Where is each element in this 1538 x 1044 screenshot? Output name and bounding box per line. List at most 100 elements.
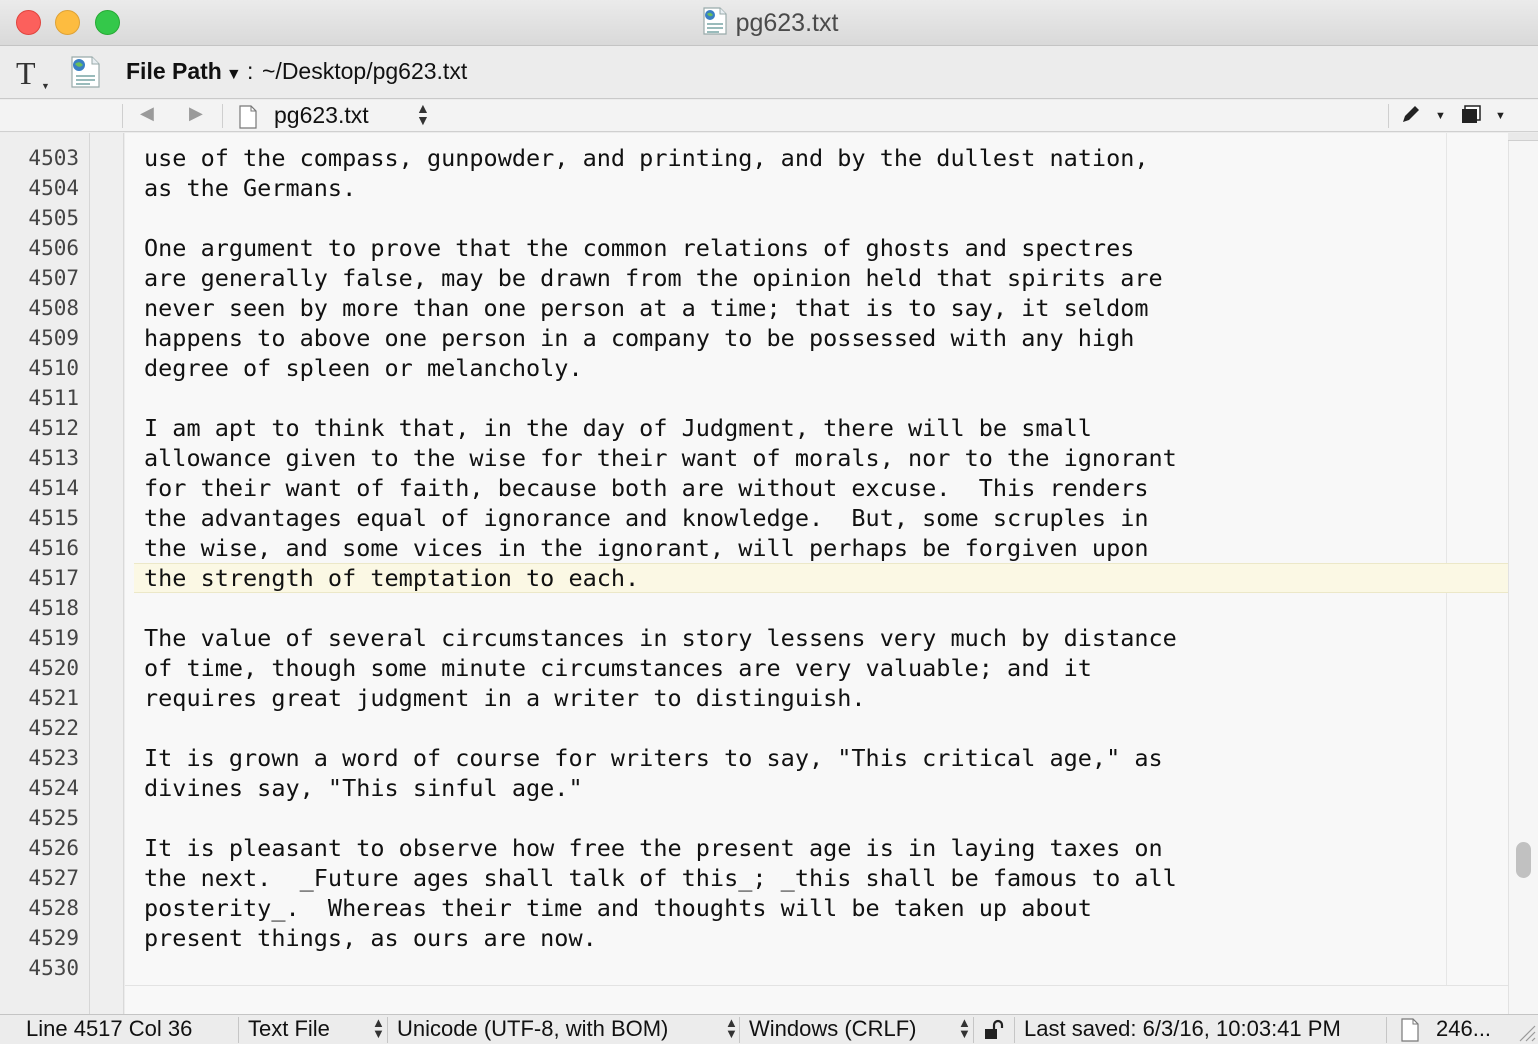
code-line[interactable]: are generally false, may be drawn from t… [144, 263, 1163, 293]
line-number[interactable]: 4519 [28, 623, 79, 653]
divider [387, 1017, 388, 1043]
path-toolbar: T ▼ File Path ▼ : ~/Desktop/pg623.txt [0, 47, 1538, 99]
line-number[interactable]: 4520 [28, 653, 79, 683]
line-number[interactable]: 4527 [28, 863, 79, 893]
line-number[interactable]: 4507 [28, 263, 79, 293]
code-line[interactable]: The value of several circumstances in st… [144, 623, 1177, 653]
code-line[interactable]: the wise, and some vices in the ignorant… [144, 533, 1149, 563]
line-endings-menu[interactable]: Windows (CRLF) [749, 1016, 916, 1042]
line-number[interactable]: 4526 [28, 833, 79, 863]
editor-bottom-margin [125, 985, 1508, 1014]
line-number[interactable]: 4523 [28, 743, 79, 773]
line-number[interactable]: 4510 [28, 353, 79, 383]
line-number[interactable]: 4530 [28, 953, 79, 983]
document-selector-stepper-icon[interactable]: ▲ ▼ [416, 101, 430, 127]
text-document-icon [702, 7, 727, 35]
code-line[interactable]: divines say, "This sinful age." [144, 773, 583, 803]
path-separator: : [247, 58, 254, 84]
code-line[interactable]: present things, as ours are now. [144, 923, 597, 953]
document-stats[interactable]: 246... [1436, 1016, 1491, 1042]
encoding-stepper-icon[interactable]: ▲ ▼ [725, 1016, 738, 1040]
line-number[interactable]: 4509 [28, 323, 79, 353]
chevron-down-icon[interactable]: ▼ [1435, 110, 1446, 122]
line-number[interactable]: 4518 [28, 593, 79, 623]
divider [1014, 1017, 1015, 1043]
file-path-menu[interactable]: File Path ▼ [126, 58, 242, 85]
document-icon [239, 105, 257, 129]
line-number[interactable]: 4515 [28, 503, 79, 533]
code-line[interactable]: One argument to prove that the common re… [144, 233, 1134, 263]
line-number[interactable]: 4514 [28, 473, 79, 503]
line-number[interactable]: 4508 [28, 293, 79, 323]
line-number[interactable]: 4504 [28, 173, 79, 203]
file-path-value: ~/Desktop/pg623.txt [262, 58, 468, 84]
code-line[interactable]: the strength of temptation to each. [144, 563, 639, 593]
file-type-stepper-icon[interactable]: ▲ ▼ [372, 1016, 385, 1040]
document-selector[interactable]: pg623.txt [274, 102, 369, 129]
code-line[interactable]: requires great judgment in a writer to d… [144, 683, 866, 713]
code-line[interactable]: never seen by more than one person at a … [144, 293, 1149, 323]
code-line[interactable]: use of the compass, gunpowder, and print… [144, 143, 1149, 173]
divider [1388, 104, 1389, 128]
chevron-down-icon: ▼ [225, 66, 242, 83]
divider [222, 104, 223, 128]
divider [1386, 1017, 1387, 1043]
status-bar: Line 4517 Col 36 Text File ▲ ▼ Unicode (U… [0, 1014, 1538, 1044]
file-path-label: File Path [126, 58, 222, 84]
line-number[interactable]: 4517 [28, 563, 79, 593]
line-number[interactable]: 4511 [28, 383, 79, 413]
chevron-down-icon[interactable]: ▼ [1495, 110, 1506, 122]
line-number[interactable]: 4505 [28, 203, 79, 233]
cursor-position[interactable]: Line 4517 Col 36 [26, 1016, 192, 1042]
line-number[interactable]: 4506 [28, 233, 79, 263]
file-type-menu[interactable]: Text File [248, 1016, 330, 1042]
encoding-menu[interactable]: Unicode (UTF-8, with BOM) [397, 1016, 668, 1042]
scrollbar-thumb[interactable] [1516, 842, 1531, 878]
code-line[interactable]: allowance given to the wise for their wa… [144, 443, 1177, 473]
window-title: pg623.txt [735, 9, 839, 37]
line-number[interactable]: 4528 [28, 893, 79, 923]
text-document-icon[interactable] [66, 55, 102, 89]
unlocked-padlock-icon[interactable] [983, 1019, 1005, 1041]
window-title-group: pg623.txt [0, 6, 1538, 38]
code-line[interactable]: happens to above one person in a company… [144, 323, 1134, 353]
navigation-bar: ◀ ▶ pg623.txt ▲ ▼ ▼ ▼ [0, 100, 1538, 132]
forward-arrow-icon[interactable]: ▶ [189, 103, 203, 124]
line-number[interactable]: 4521 [28, 683, 79, 713]
divider [973, 1017, 974, 1043]
divider [739, 1017, 740, 1043]
code-line[interactable]: It is grown a word of course for writers… [144, 743, 1163, 773]
line-number[interactable]: 4513 [28, 443, 79, 473]
pen-icon[interactable] [1400, 103, 1422, 125]
line-endings-stepper-icon[interactable]: ▲ ▼ [958, 1016, 971, 1040]
line-number-gutter: 4503 4504 4505 4506 4507 4508 4509 4510 4511 4512… [0, 133, 90, 1014]
line-number[interactable]: 4516 [28, 533, 79, 563]
resize-grip-icon[interactable] [1514, 1020, 1536, 1042]
line-number[interactable]: 4503 [28, 143, 79, 173]
line-number[interactable]: 4529 [28, 923, 79, 953]
back-arrow-icon[interactable]: ◀ [140, 103, 154, 124]
scrollbar-top-cap [1508, 133, 1538, 141]
text-tools-icon[interactable]: T [16, 55, 36, 92]
code-line[interactable]: as the Germans. [144, 173, 356, 203]
line-number[interactable]: 4522 [28, 713, 79, 743]
title-bar: pg623.txt [0, 0, 1538, 46]
code-line[interactable]: It is pleasant to observe how free the p… [144, 833, 1163, 863]
document-icon[interactable] [1400, 1018, 1420, 1042]
text-tools-caret-icon[interactable]: ▼ [41, 81, 50, 91]
divider [238, 1017, 239, 1043]
code-line[interactable]: I am apt to think that, in the day of Ju… [144, 413, 1092, 443]
code-line[interactable]: of time, though some minute circumstance… [144, 653, 1092, 683]
split-view-icon[interactable] [1460, 105, 1482, 125]
vertical-scrollbar[interactable] [1508, 133, 1538, 1014]
line-number[interactable]: 4525 [28, 803, 79, 833]
line-number[interactable]: 4524 [28, 773, 79, 803]
line-number[interactable]: 4512 [28, 413, 79, 443]
code-line[interactable]: the next. _Future ages shall talk of thi… [144, 863, 1177, 893]
code-line[interactable]: for their want of faith, because both ar… [144, 473, 1149, 503]
code-line[interactable]: posterity_. Whereas their time and thoug… [144, 893, 1092, 923]
code-line[interactable]: degree of spleen or melancholy. [144, 353, 583, 383]
fold-gutter [90, 133, 124, 1014]
last-saved-text: Last saved: 6/3/16, 10:03:41 PM [1024, 1016, 1341, 1041]
code-line[interactable]: the advantages equal of ignorance and kn… [144, 503, 1149, 533]
